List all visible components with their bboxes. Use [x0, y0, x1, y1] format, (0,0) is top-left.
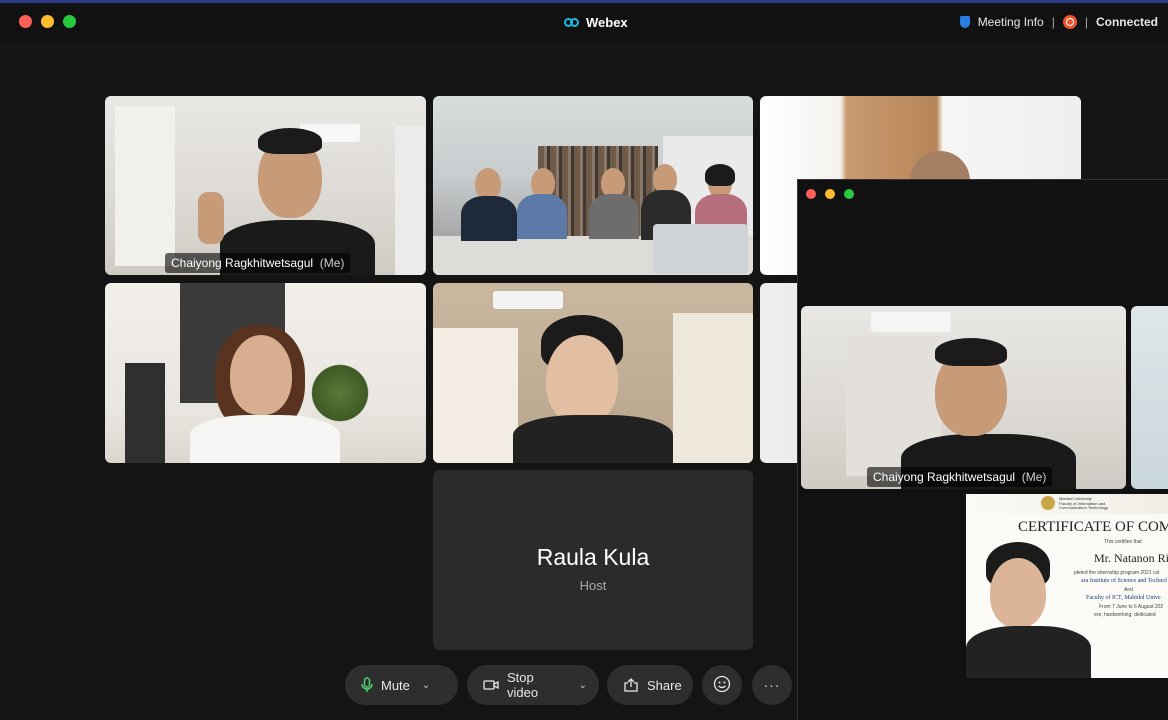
app-title-text: Webex	[586, 15, 628, 30]
video-feed	[433, 96, 753, 275]
overlay-window[interactable]: Chaiyong Ragkhitwetsagul (Me) Mahidol Un…	[797, 179, 1168, 720]
close-window-button[interactable]	[19, 15, 32, 28]
share-icon	[623, 678, 639, 692]
window-controls	[19, 15, 76, 28]
connection-status: Connected	[1095, 15, 1158, 29]
overlay-window-controls	[806, 189, 854, 199]
more-icon: ···	[763, 677, 781, 693]
video-tile-participant[interactable]	[105, 283, 426, 463]
share-button[interactable]: Share	[607, 665, 693, 705]
app-title: Webex	[564, 15, 628, 30]
video-feed	[105, 283, 426, 463]
chevron-down-icon[interactable]: ⌄	[422, 680, 430, 691]
title-bar: Webex Meeting Info | | Connected	[0, 0, 1168, 42]
participant-name-tag: Chaiyong Ragkhitwetsagul (Me)	[165, 253, 351, 273]
reactions-button[interactable]	[702, 665, 742, 705]
divider: |	[1051, 15, 1055, 29]
minimize-window-button[interactable]	[41, 15, 54, 28]
certificate-subtitle: This certifies that	[1104, 539, 1142, 545]
video-feed	[105, 96, 426, 275]
university-seal-icon	[1041, 496, 1055, 510]
host-role: Host	[579, 578, 607, 593]
chevron-down-icon[interactable]: ⌄	[579, 680, 587, 691]
microphone-icon	[361, 677, 373, 693]
webex-logo-icon	[564, 17, 580, 29]
video-feed	[801, 306, 1126, 489]
meeting-status: Meeting Info | | Connected	[959, 15, 1158, 29]
shared-certificate: Mahidol University Faculty of Informatio…	[966, 494, 1168, 678]
faculty-text: Faculty of Information and Communication…	[1059, 501, 1109, 510]
emoji-icon	[713, 675, 731, 696]
certificate-title: CERTIFICATE OF COM	[1018, 519, 1168, 535]
certificate-line: And	[1124, 587, 1133, 593]
maximize-window-button[interactable]	[844, 189, 854, 199]
shield-icon	[959, 16, 970, 28]
accent-line	[0, 0, 1168, 3]
stop-video-label: Stop video	[507, 670, 539, 700]
participant-name-tag: Chaiyong Ragkhitwetsagul (Me)	[867, 467, 1053, 487]
video-camera-icon	[483, 679, 499, 691]
certificate-line: ara Institute of Science and Technol	[1081, 578, 1167, 584]
mute-label: Mute	[381, 677, 410, 693]
video-tile-self[interactable]: Chaiyong Ragkhitwetsagul (Me)	[105, 96, 426, 275]
certificate-recipient: Mr. Natanon Rit	[1094, 551, 1168, 565]
mute-button[interactable]: Mute ⌄	[345, 665, 458, 705]
maximize-window-button[interactable]	[63, 15, 76, 28]
host-name: Raula Kula	[536, 544, 650, 570]
close-window-button[interactable]	[806, 189, 816, 199]
certificate-line: ere, hardworking, dedicated	[1094, 612, 1156, 618]
minimize-window-button[interactable]	[825, 189, 835, 199]
meeting-info-link[interactable]: Meeting Info	[978, 15, 1044, 29]
share-label: Share	[647, 677, 682, 693]
certificate-line: Faculty of ICT, Mahidol Unive	[1086, 595, 1161, 601]
certificate-line: From 7 June to 6 August 202	[1099, 604, 1164, 610]
video-tile-participant[interactable]	[433, 283, 753, 463]
video-feed	[1131, 306, 1168, 489]
overlay-self-video[interactable]: Chaiyong Ragkhitwetsagul (Me)	[801, 306, 1126, 489]
video-tile-host[interactable]: Raula Kula Host	[433, 470, 753, 650]
presenter-video	[966, 540, 1091, 678]
recording-icon[interactable]	[1062, 15, 1077, 29]
video-feed	[433, 283, 753, 463]
stop-video-button[interactable]: Stop video ⌄	[467, 665, 599, 705]
video-tile-participant[interactable]	[1131, 306, 1168, 489]
video-tile-group[interactable]	[433, 96, 753, 275]
divider: |	[1084, 15, 1088, 29]
more-options-button[interactable]: ···	[752, 665, 792, 705]
